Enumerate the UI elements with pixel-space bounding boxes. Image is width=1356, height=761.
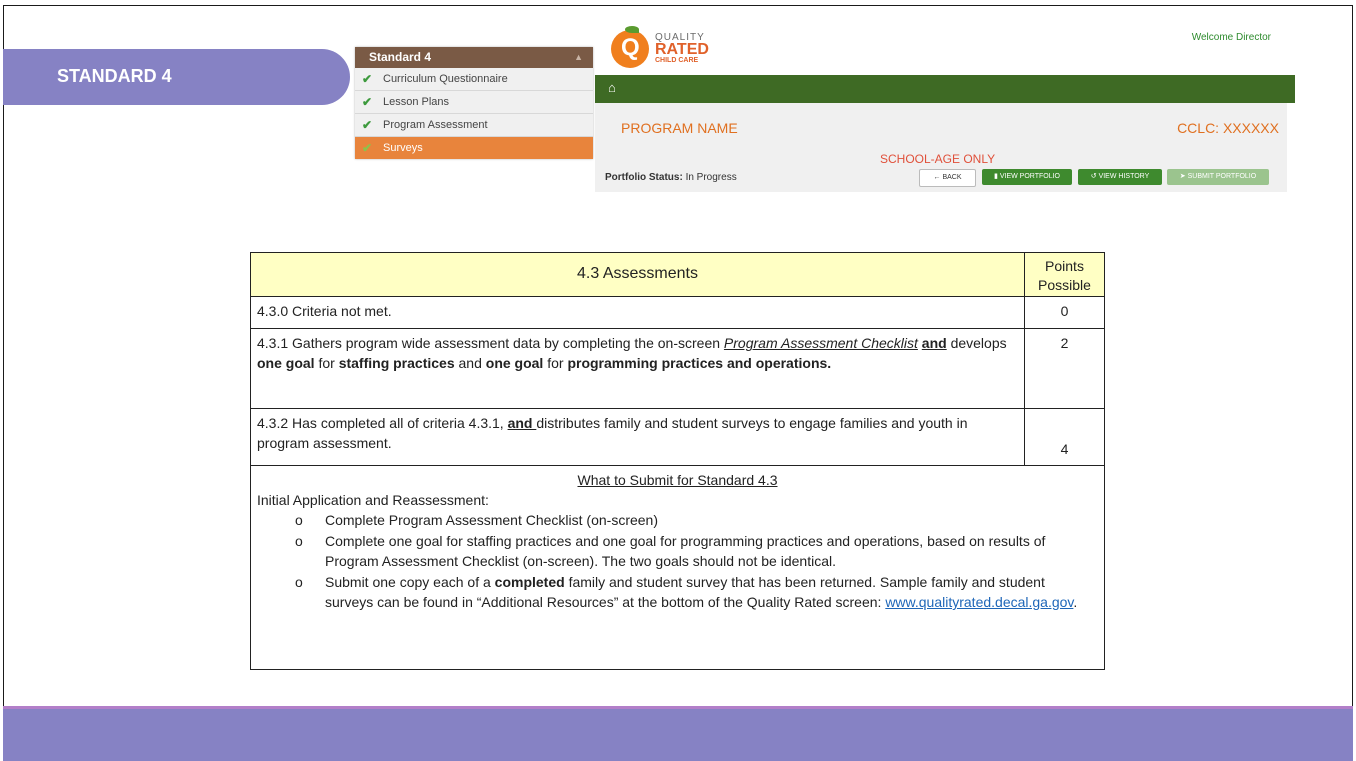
history-icon: ↺ <box>1090 173 1097 180</box>
checkmark-icon: ✔ <box>362 118 373 132</box>
text-run: 4.3.2 Has completed all of criteria 4.3.… <box>257 415 508 431</box>
text-run: for <box>543 355 568 371</box>
menu-item-label: Lesson Plans <box>383 96 450 108</box>
quality-rated-logo[interactable]: Q QUALITY RATED CHILD CARE <box>611 26 741 72</box>
menu-item-surveys[interactable]: ✔ Surveys <box>355 137 593 159</box>
quality-rated-portal: Q QUALITY RATED CHILD CARE Welcome Direc… <box>595 24 1295 192</box>
list-item: Submit one copy each of a completed fami… <box>295 572 1095 612</box>
submit-portfolio-label: SUBMIT PORTFOLIO <box>1187 173 1257 180</box>
leaf-logo-icon <box>625 26 639 33</box>
program-name: PROGRAM NAME <box>621 120 738 136</box>
quality-rated-link[interactable]: www.qualityrated.decal.ga.gov <box>885 594 1073 610</box>
criteria-points: 4 <box>1024 409 1104 465</box>
criteria-text: 4.3.0 Criteria not met. <box>257 303 392 319</box>
submission-intro: Initial Application and Reassessment: <box>257 492 489 508</box>
criteria-text: 4.3.2 Has completed all of criteria 4.3.… <box>257 413 1017 453</box>
table-title: 4.3 Assessments <box>577 265 698 282</box>
menu-item-label: Surveys <box>383 142 423 154</box>
school-age-label: SCHOOL-AGE ONLY <box>880 152 996 166</box>
checkmark-icon: ✔ <box>362 141 373 155</box>
standard-menu: Standard 4 ▲ ✔ Curriculum Questionnaire … <box>355 47 593 159</box>
back-button-label: BACK <box>942 174 962 181</box>
text-run: and <box>454 355 486 371</box>
emphasis: completed <box>494 574 565 590</box>
portfolio-status: Portfolio Status: In Progress <box>605 172 737 183</box>
emphasis-and: and <box>507 415 537 431</box>
checkmark-icon: ✔ <box>362 95 373 109</box>
points-header: Points Possible <box>1024 253 1104 296</box>
criteria-points: 0 <box>1024 297 1104 328</box>
submission-list: Complete Program Assessment Checklist (o… <box>295 510 1095 613</box>
logo-child-care: CHILD CARE <box>655 57 699 64</box>
standard-tab: STANDARD 4 <box>3 49 350 105</box>
checkmark-icon: ✔ <box>362 72 373 86</box>
table-row: 4.3.0 Criteria not met. 0 <box>251 297 1104 329</box>
text-run: 4.3.1 Gathers program wide assessment da… <box>257 335 724 351</box>
text-run: develops <box>946 335 1007 351</box>
table-row: 4.3.1 Gathers program wide assessment da… <box>251 329 1104 409</box>
file-icon: ▮ <box>994 173 998 180</box>
view-history-label: VIEW HISTORY <box>1098 173 1150 180</box>
checklist-name: Program Assessment Checklist <box>723 335 918 351</box>
criteria-points: 2 <box>1024 329 1104 408</box>
standard-menu-title: Standard 4 <box>369 50 432 64</box>
text-run: . <box>1073 594 1078 610</box>
menu-item-label: Program Assessment <box>383 119 488 131</box>
list-item: Complete Program Assessment Checklist (o… <box>295 510 1095 530</box>
standard-menu-header[interactable]: Standard 4 ▲ <box>355 47 593 68</box>
view-portfolio-button[interactable]: ▮ VIEW PORTFOLIO <box>982 169 1072 185</box>
criteria-text: 4.3.1 Gathers program wide assessment da… <box>257 333 1017 373</box>
text-run: Submit one copy each of a <box>325 574 495 590</box>
menu-item-program-assessment[interactable]: ✔ Program Assessment <box>355 114 593 137</box>
points-header-line1: Points <box>1045 258 1084 274</box>
submission-requirements: What to Submit for Standard 4.3 Initial … <box>251 466 1104 669</box>
home-icon[interactable]: ⌂ <box>608 80 616 95</box>
back-button[interactable]: ← BACK <box>919 169 976 187</box>
standard-tab-label: STANDARD 4 <box>57 66 172 86</box>
text-run: for <box>314 355 339 371</box>
welcome-text: Welcome Director <box>1191 32 1271 43</box>
logo-letter: Q <box>621 34 640 61</box>
emphasis: staffing practices <box>338 355 455 371</box>
table-row: 4.3.2 Has completed all of criteria 4.3.… <box>251 409 1104 466</box>
arrow-left-icon: ← <box>933 174 941 181</box>
menu-item-lesson-plans[interactable]: ✔ Lesson Plans <box>355 91 593 114</box>
send-icon: ➤ <box>1179 173 1186 180</box>
view-portfolio-label: VIEW PORTFOLIO <box>999 173 1060 180</box>
submission-title: What to Submit for Standard 4.3 <box>577 472 778 488</box>
list-item: Complete one goal for staffing practices… <box>295 531 1095 571</box>
emphasis-and: and <box>921 335 947 351</box>
bottom-band <box>3 706 1353 761</box>
points-header-line2: Possible <box>1038 277 1091 293</box>
emphasis: one goal <box>257 355 315 371</box>
submit-portfolio-button[interactable]: ➤ SUBMIT PORTFOLIO <box>1167 169 1269 185</box>
status-value: In Progress <box>685 172 737 183</box>
collapse-caret-icon[interactable]: ▲ <box>574 47 583 68</box>
criteria-table: 4.3 Assessments Points Possible 4.3.0 Cr… <box>250 252 1105 670</box>
status-label: Portfolio Status: <box>605 172 683 183</box>
emphasis: programming practices and operations. <box>567 355 832 371</box>
cclc-number: CCLC: XXXXXX <box>1177 120 1279 136</box>
menu-item-curriculum-questionnaire[interactable]: ✔ Curriculum Questionnaire <box>355 68 593 91</box>
portfolio-header: PROGRAM NAME CCLC: XXXXXX SCHOOL-AGE ONL… <box>595 103 1287 192</box>
view-history-button[interactable]: ↺ VIEW HISTORY <box>1078 169 1162 185</box>
emphasis: one goal <box>485 355 544 371</box>
table-header-row: 4.3 Assessments Points Possible <box>251 253 1104 297</box>
menu-item-label: Curriculum Questionnaire <box>383 73 508 85</box>
top-nav-bar: ⌂ <box>595 75 1295 103</box>
